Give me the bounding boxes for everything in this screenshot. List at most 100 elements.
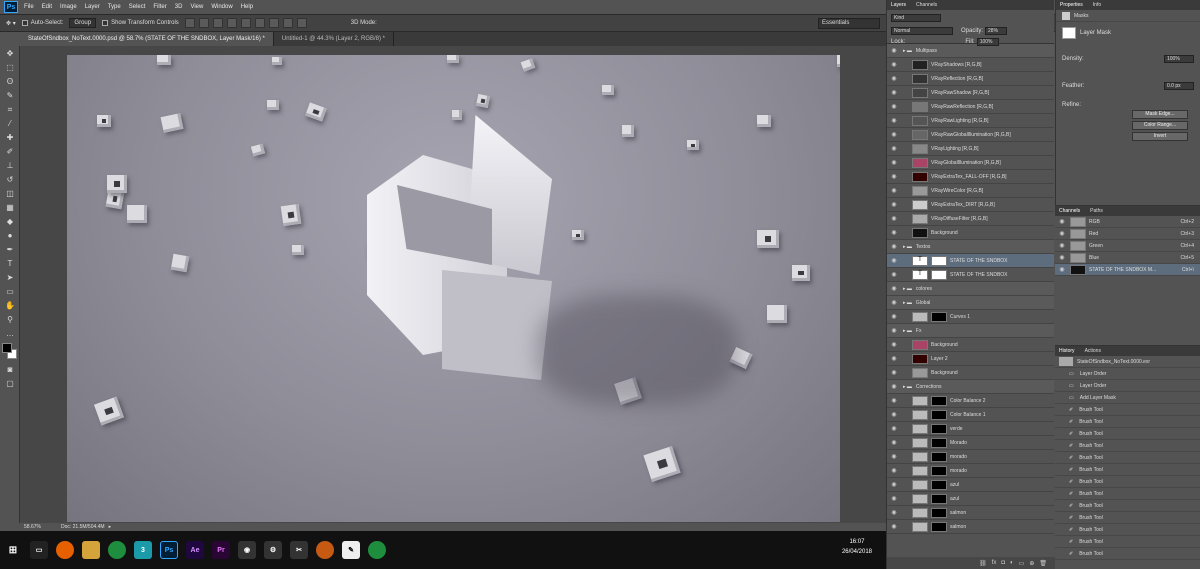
menu-file[interactable]: File: [24, 4, 34, 10]
notes-icon[interactable]: ✎: [342, 541, 360, 559]
layer-group-row[interactable]: ◉ ▸ ▬ Fx: [887, 324, 1054, 338]
pen-tool-icon[interactable]: ✒: [3, 244, 17, 256]
visibility-eye-icon[interactable]: ◉: [889, 130, 899, 140]
eyedropper-tool-icon[interactable]: ⁄: [3, 118, 17, 130]
history-brush-tool-icon[interactable]: ↺: [3, 174, 17, 186]
layer-row[interactable]: ◉ Color Balance 1: [887, 408, 1054, 422]
more-tools-icon[interactable]: …: [3, 328, 17, 340]
new-layer-icon[interactable]: ⊕: [1029, 560, 1034, 567]
visibility-eye-icon[interactable]: ◉: [889, 284, 899, 294]
layer-mask-thumb[interactable]: [931, 409, 947, 420]
history-state[interactable]: ✐ Brush Tool: [1055, 404, 1200, 416]
transform-controls-checkbox[interactable]: [102, 20, 109, 26]
folder-icon[interactable]: ▸ ▬: [903, 244, 912, 250]
layer-row[interactable]: ◉ T STATE OF THE SNDBOX: [887, 268, 1054, 282]
layer-mask-thumb[interactable]: [931, 451, 947, 462]
distribute-icon[interactable]: [268, 18, 279, 28]
channel-row[interactable]: ◉ RGB Ctrl+2: [1055, 216, 1200, 228]
chrome-icon[interactable]: [108, 541, 126, 559]
mask-edge-button[interactable]: Mask Edge...: [1132, 110, 1188, 119]
delete-layer-icon[interactable]: 🗑: [1039, 560, 1047, 567]
photoshop-taskbar-icon[interactable]: Ps: [160, 541, 178, 559]
eraser-tool-icon[interactable]: ◫: [3, 188, 17, 200]
folder-icon[interactable]: ▸ ▬: [903, 48, 912, 54]
layer-group-row[interactable]: ◉ ▸ ▬ Multipass: [887, 44, 1054, 58]
history-state[interactable]: ▭ Add Layer Mask: [1055, 392, 1200, 404]
visibility-eye-icon[interactable]: ◉: [889, 158, 899, 168]
channel-row[interactable]: ◉ Blue Ctrl+5: [1055, 252, 1200, 264]
history-state[interactable]: ▭ Layer Order: [1055, 380, 1200, 392]
lasso-tool-icon[interactable]: ʘ: [3, 76, 17, 88]
marquee-tool-icon[interactable]: ⬚: [3, 62, 17, 74]
crop-tool-icon[interactable]: ⌗: [3, 104, 17, 116]
layer-row[interactable]: ◉ Morado: [887, 436, 1054, 450]
visibility-eye-icon[interactable]: ◉: [889, 228, 899, 238]
visibility-eye-icon[interactable]: ◉: [889, 242, 899, 252]
layer-group-row[interactable]: ◉ ▸ ▬ colores: [887, 282, 1054, 296]
healing-tool-icon[interactable]: ✚: [3, 132, 17, 144]
file-explorer-icon[interactable]: [82, 541, 100, 559]
menu-edit[interactable]: Edit: [42, 4, 52, 10]
visibility-eye-icon[interactable]: ◉: [889, 438, 899, 448]
align-left-icon[interactable]: [226, 18, 237, 28]
layer-row[interactable]: ◉ VRayWireColor [R,G,B]: [887, 184, 1054, 198]
tab-properties[interactable]: Properties: [1060, 0, 1083, 10]
distribute-3-icon[interactable]: [296, 18, 307, 28]
visibility-eye-icon[interactable]: ◉: [889, 354, 899, 364]
visibility-eye-icon[interactable]: ◉: [889, 88, 899, 98]
screen-mode-icon[interactable]: ▢: [3, 378, 17, 390]
layer-mask-thumb[interactable]: [931, 437, 947, 448]
dodge-tool-icon[interactable]: ●: [3, 230, 17, 242]
visibility-eye-icon[interactable]: ◉: [1057, 253, 1067, 263]
menu-view[interactable]: View: [190, 4, 203, 10]
tab-actions[interactable]: Actions: [1085, 346, 1101, 356]
tab-channels[interactable]: Channels: [1059, 206, 1080, 216]
visibility-eye-icon[interactable]: ◉: [889, 368, 899, 378]
quick-mask-icon[interactable]: ◙: [3, 364, 17, 376]
layer-group-row[interactable]: ◉ ▸ ▬ Corrections: [887, 380, 1054, 394]
clock[interactable]: 16:07 26/04/2018: [842, 537, 872, 557]
layer-row[interactable]: ◉ VRayLighting [R,G,B]: [887, 142, 1054, 156]
type-tool-icon[interactable]: T: [3, 258, 17, 270]
shape-tool-icon[interactable]: ▭: [3, 286, 17, 298]
align-top-icon[interactable]: [184, 18, 195, 28]
workspace-dropdown[interactable]: Essentials: [818, 18, 880, 29]
visibility-eye-icon[interactable]: ◉: [889, 452, 899, 462]
visibility-eye-icon[interactable]: ◉: [889, 340, 899, 350]
layer-row[interactable]: ◉ VRayExtraTex_FALL-OFF [R,G,B]: [887, 170, 1054, 184]
move-tool-icon[interactable]: ✥ ▾: [6, 20, 16, 27]
filter-kind-dropdown[interactable]: Kind: [891, 14, 941, 22]
align-right-icon[interactable]: [254, 18, 265, 28]
premiere-icon[interactable]: Pr: [212, 541, 230, 559]
layer-row[interactable]: ◉ VRayRawShadow [R,G,B]: [887, 86, 1054, 100]
layer-row[interactable]: ◉ VRayExtraTex_DIRT [R,G,B]: [887, 198, 1054, 212]
history-state[interactable]: ✐ Brush Tool: [1055, 524, 1200, 536]
visibility-eye-icon[interactable]: ◉: [1057, 265, 1067, 275]
history-snapshot[interactable]: StateOfSndbox_NoText.0000.exr: [1055, 356, 1200, 368]
history-state[interactable]: ✐ Brush Tool: [1055, 476, 1200, 488]
opacity-field[interactable]: 28%: [985, 26, 1008, 35]
visibility-eye-icon[interactable]: ◉: [889, 200, 899, 210]
layer-group-row[interactable]: ◉ ▸ ▬ Global: [887, 296, 1054, 310]
visibility-eye-icon[interactable]: ◉: [1057, 217, 1067, 227]
visibility-eye-icon[interactable]: ◉: [889, 270, 899, 280]
menu-image[interactable]: Image: [60, 4, 77, 10]
layer-mask-thumb[interactable]: [931, 479, 947, 490]
fill-field[interactable]: 100%: [976, 38, 999, 46]
visibility-eye-icon[interactable]: ◉: [889, 298, 899, 308]
status-arrow-icon[interactable]: ▸: [109, 524, 112, 530]
tab-stateofsndbox[interactable]: StateOfSndbox_NoText.0000.psd @ 58.7% (S…: [20, 32, 274, 46]
visibility-eye-icon[interactable]: ◉: [889, 60, 899, 70]
layer-row[interactable]: ◉ azul: [887, 478, 1054, 492]
layer-row[interactable]: ◉ salmon: [887, 506, 1054, 520]
layer-row[interactable]: ◉ VRayRawLighting [R,G,B]: [887, 114, 1054, 128]
quick-select-tool-icon[interactable]: ✎: [3, 90, 17, 102]
layer-group-row[interactable]: ◉ ▸ ▬ Textos: [887, 240, 1054, 254]
tab-channels-collapsed[interactable]: Channels: [916, 0, 937, 10]
align-bottom-icon[interactable]: [212, 18, 223, 28]
feather-field[interactable]: 0.0 px: [1164, 82, 1194, 90]
channel-row[interactable]: ◉ Green Ctrl+4: [1055, 240, 1200, 252]
3dsmax-icon[interactable]: 3: [134, 541, 152, 559]
folder-icon[interactable]: ▸ ▬: [903, 286, 912, 292]
layer-row[interactable]: ◉ Background: [887, 366, 1054, 380]
